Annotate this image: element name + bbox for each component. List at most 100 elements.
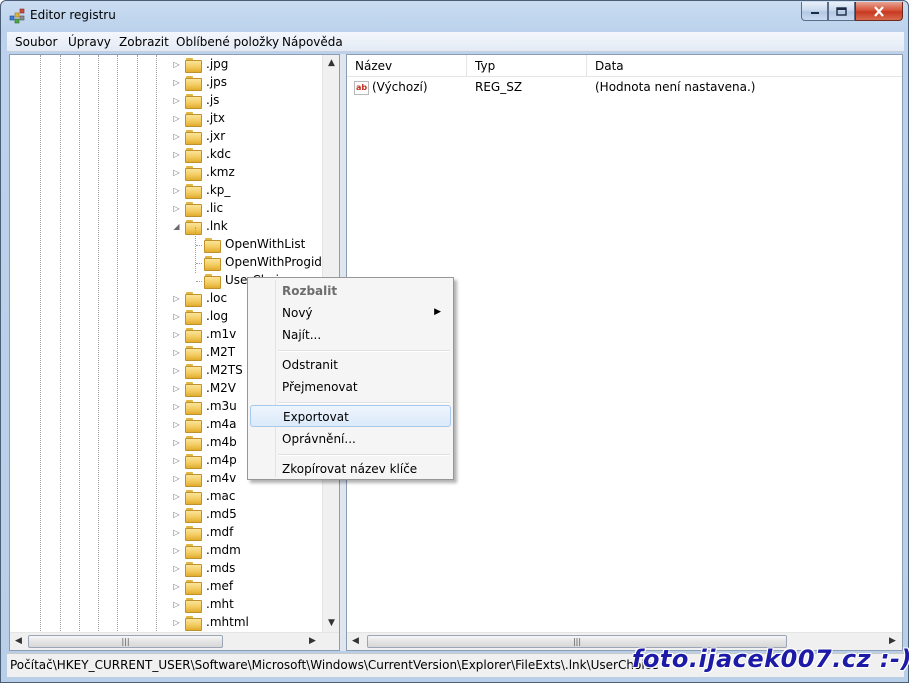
- expand-arrow-icon[interactable]: ▷: [172, 78, 181, 87]
- folder-icon: [185, 57, 202, 73]
- menu-item-zkopirovat-nazev-klice[interactable]: Zkopírovat název klíče: [250, 458, 451, 480]
- scroll-left-arrow-icon[interactable]: ◀: [347, 633, 364, 650]
- menu-item-label: Rozbalit: [282, 284, 338, 298]
- folder-icon: [185, 579, 202, 595]
- tree-item[interactable]: ▷ .mhtml: [10, 614, 320, 632]
- expand-arrow-icon[interactable]: ▷: [172, 618, 181, 627]
- column-header-typ[interactable]: Typ: [467, 55, 587, 77]
- expand-arrow-icon[interactable]: ▷: [172, 492, 181, 501]
- menu-zobrazit[interactable]: Zobrazit: [119, 35, 169, 49]
- tree-item[interactable]: ▷ .md5: [10, 506, 320, 524]
- tree-item-label: .mht: [206, 597, 234, 611]
- menu-item-exportovat[interactable]: Exportovat: [250, 405, 451, 427]
- title-bar[interactable]: Editor registru: [1, 1, 908, 31]
- tree-item[interactable]: ▷ .jtx: [10, 110, 320, 128]
- tree-hscroll-thumb[interactable]: |||: [28, 635, 223, 648]
- maximize-button[interactable]: [828, 2, 855, 21]
- menu-item-opravneni[interactable]: Oprávnění...: [250, 428, 451, 450]
- tree-item[interactable]: ▷ .mef: [10, 578, 320, 596]
- tree-item[interactable]: OpenWithProgids: [10, 254, 328, 272]
- tree-item[interactable]: OpenWithList: [10, 236, 320, 254]
- tree-item[interactable]: ◢ .lnk: [10, 218, 320, 236]
- expand-arrow-icon[interactable]: ▷: [172, 204, 181, 213]
- menu-item-najit[interactable]: Najít...: [250, 324, 451, 346]
- scroll-left-arrow-icon[interactable]: ◀: [10, 633, 27, 650]
- tree-item[interactable]: ▷ .kmz: [10, 164, 320, 182]
- folder-icon: [185, 543, 202, 559]
- scroll-up-arrow-icon[interactable]: ▲: [323, 55, 339, 72]
- tree-item[interactable]: ▷ .jpg: [10, 56, 320, 74]
- minimize-button[interactable]: [801, 2, 828, 21]
- expand-arrow-icon[interactable]: ▷: [172, 132, 181, 141]
- folder-icon: [185, 561, 202, 577]
- tree-item[interactable]: ▷ .mdm: [10, 542, 320, 560]
- tree-item-label: .lnk: [206, 219, 228, 233]
- tree-item-label: .md5: [206, 507, 237, 521]
- scroll-right-arrow-icon[interactable]: ▶: [304, 633, 321, 650]
- menu-item-novy[interactable]: Nový ▶: [250, 302, 451, 324]
- tree-item[interactable]: ▷ .js: [10, 92, 320, 110]
- expand-arrow-icon[interactable]: ▷: [172, 186, 181, 195]
- close-button[interactable]: [855, 2, 903, 21]
- tree-connector: [196, 263, 202, 264]
- expand-arrow-icon[interactable]: ▷: [172, 474, 181, 483]
- folder-icon: [185, 453, 202, 469]
- menu-napoveda[interactable]: Nápověda: [282, 35, 343, 49]
- menu-item-prejmenovat[interactable]: Přejmenovat: [250, 376, 451, 398]
- menu-upravy[interactable]: Úpravy: [68, 35, 111, 49]
- tree-item[interactable]: ▷ .jps: [10, 74, 320, 92]
- expand-arrow-icon[interactable]: ▷: [172, 438, 181, 447]
- tree-item[interactable]: ▷ .mht: [10, 596, 320, 614]
- folder-icon: [204, 273, 221, 289]
- tree-item[interactable]: ▷ .kp_: [10, 182, 320, 200]
- folder-icon: [185, 327, 202, 343]
- expand-arrow-icon[interactable]: ▷: [172, 96, 181, 105]
- expand-arrow-icon[interactable]: ▷: [172, 582, 181, 591]
- expand-arrow-icon[interactable]: ▷: [172, 294, 181, 303]
- folder-icon: [185, 399, 202, 415]
- column-header-nazev[interactable]: Název: [347, 55, 467, 77]
- menu-soubor[interactable]: Soubor: [15, 35, 57, 49]
- expand-arrow-icon[interactable]: ▷: [172, 528, 181, 537]
- tree-item[interactable]: ▷ .lic: [10, 200, 320, 218]
- expand-arrow-icon[interactable]: ▷: [172, 150, 181, 159]
- tree-item-label: .mef: [206, 579, 234, 593]
- list-item[interactable]: ab (Výchozí) REG_SZ (Hodnota není nastav…: [347, 79, 902, 97]
- tree-item-label: OpenWithList: [225, 237, 306, 251]
- expand-arrow-icon[interactable]: ▷: [172, 348, 181, 357]
- menu-item-label: Exportovat: [283, 410, 349, 424]
- expand-arrow-icon[interactable]: ▷: [172, 510, 181, 519]
- folder-icon: [185, 147, 202, 163]
- expand-arrow-icon[interactable]: ▷: [172, 456, 181, 465]
- expand-arrow-icon[interactable]: ▷: [172, 60, 181, 69]
- expand-arrow-icon[interactable]: ▷: [172, 114, 181, 123]
- folder-icon: [185, 363, 202, 379]
- folder-icon: [185, 201, 202, 217]
- expand-arrow-icon[interactable]: ▷: [172, 402, 181, 411]
- expand-arrow-icon[interactable]: ▷: [172, 330, 181, 339]
- column-header-data[interactable]: Data: [587, 55, 902, 77]
- expand-arrow-icon[interactable]: ▷: [172, 546, 181, 555]
- menu-oblibene-polozky[interactable]: Oblíbené položky: [176, 35, 279, 49]
- scroll-down-arrow-icon[interactable]: ▼: [323, 615, 339, 632]
- registry-editor-window: Editor registru Soubor Úpravy Zobrazit O…: [0, 0, 909, 683]
- tree-horizontal-scrollbar[interactable]: ◀ ||| ▶: [10, 632, 339, 650]
- expand-arrow-icon[interactable]: ▷: [172, 312, 181, 321]
- tree-item[interactable]: ▷ .mdf: [10, 524, 320, 542]
- minimize-icon: [810, 12, 819, 14]
- expand-arrow-icon[interactable]: ▷: [172, 600, 181, 609]
- expand-arrow-icon[interactable]: ▷: [172, 420, 181, 429]
- tree-item[interactable]: ▷ .mds: [10, 560, 320, 578]
- tree-item[interactable]: ▷ .mac: [10, 488, 320, 506]
- expand-arrow-icon[interactable]: ▷: [172, 168, 181, 177]
- tree-item[interactable]: ▷ .kdc: [10, 146, 320, 164]
- expand-arrow-icon[interactable]: ▷: [172, 384, 181, 393]
- menu-item-odstranit[interactable]: Odstranit: [250, 354, 451, 376]
- collapse-arrow-icon[interactable]: ◢: [172, 222, 181, 231]
- tree-item-label: .jxr: [206, 129, 226, 143]
- menu-item-rozbalit[interactable]: Rozbalit: [250, 280, 451, 302]
- expand-arrow-icon[interactable]: ▷: [172, 366, 181, 375]
- expand-arrow-icon[interactable]: ▷: [172, 564, 181, 573]
- folder-icon: [185, 129, 202, 145]
- tree-item[interactable]: ▷ .jxr: [10, 128, 320, 146]
